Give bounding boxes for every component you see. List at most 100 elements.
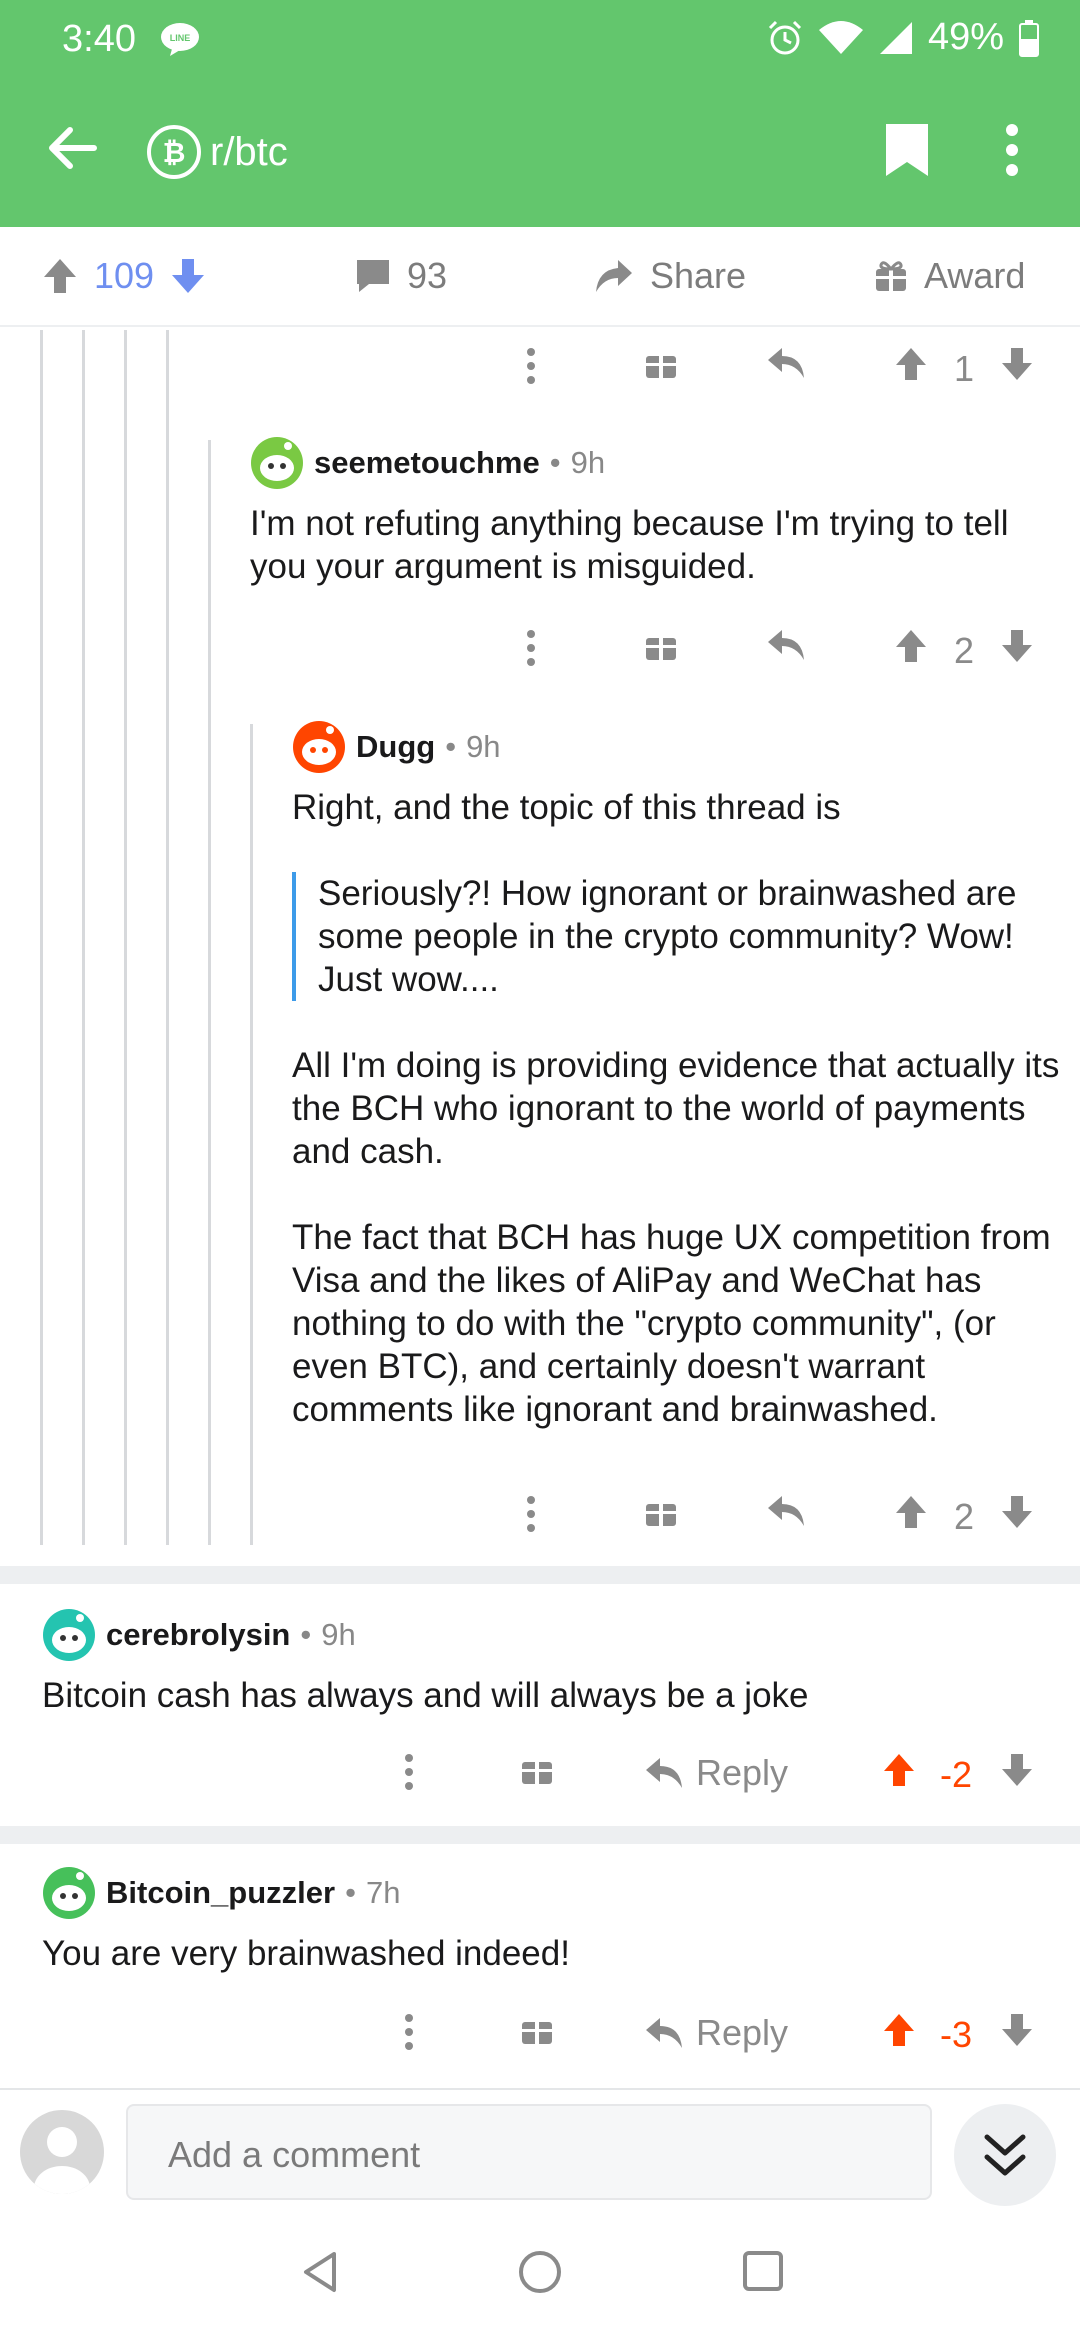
app-header: 3:40 LINE 49% ₿ r/btc: [0, 0, 1080, 227]
upvote-icon[interactable]: [882, 1752, 916, 1788]
jump-next-button[interactable]: [954, 2104, 1056, 2206]
comment-author[interactable]: seemetouchme: [314, 445, 540, 481]
downvote-icon[interactable]: [1000, 1494, 1034, 1530]
alarm-icon: [766, 19, 804, 57]
comment-score: -3: [940, 2014, 973, 2055]
upvote-icon[interactable]: [894, 1494, 928, 1530]
comment-paragraph: Right, and the topic of this thread is: [292, 788, 841, 827]
meta-separator: •: [549, 445, 561, 480]
battery-icon: [1018, 19, 1040, 57]
line-notification-icon: LINE: [160, 22, 200, 56]
comment-meta: seemetouchme • 9h: [250, 436, 1070, 490]
thread-line[interactable]: [82, 330, 85, 1545]
comment-age: 7h: [365, 1875, 401, 1910]
user-avatar[interactable]: [20, 2110, 104, 2194]
comment-composer: Add a comment: [0, 2088, 1080, 2218]
downvote-icon[interactable]: [1000, 628, 1034, 664]
comment-actions: 2: [0, 1494, 1080, 1538]
comments-count-button[interactable]: 93: [355, 255, 447, 297]
reply-label: Reply: [696, 2012, 789, 2053]
meta-separator: •: [300, 1617, 312, 1652]
system-nav-bar: [0, 2220, 1080, 2340]
comment-meta: cerebrolysin • 9h: [42, 1608, 1062, 1662]
thread-line[interactable]: [40, 330, 43, 1545]
reply-label: Reply: [696, 1752, 789, 1793]
avatar[interactable]: [42, 1866, 96, 1920]
comment-meta: Bitcoin_puzzler • 7h: [42, 1866, 1062, 1920]
award-label: Award: [924, 255, 1026, 296]
more-vertical-icon[interactable]: [526, 346, 536, 386]
reply-icon[interactable]: [766, 1494, 806, 1528]
comment-paragraph: All I'm doing is providing evidence that…: [292, 1046, 1060, 1171]
nav-back-icon[interactable]: [300, 2250, 340, 2294]
thread-line[interactable]: [166, 330, 169, 1545]
thread-separator: [0, 1826, 1080, 1844]
downvote-icon[interactable]: [1000, 2012, 1034, 2048]
award-button[interactable]: Award: [874, 255, 1025, 297]
meta-separator: •: [345, 1875, 356, 1910]
gift-icon[interactable]: [520, 1752, 554, 1786]
comment-meta: Dugg • 9h: [292, 720, 1072, 774]
avatar[interactable]: [292, 720, 346, 774]
meta-separator: •: [445, 729, 457, 764]
subreddit-title[interactable]: r/btc: [210, 130, 288, 175]
share-button[interactable]: Share: [594, 255, 746, 297]
comment-age: 9h: [570, 445, 606, 480]
thread-line[interactable]: [250, 724, 253, 1545]
upvote-icon[interactable]: [894, 346, 928, 382]
comment: seemetouchme • 9h I'm not refuting anyth…: [250, 436, 1070, 588]
battery-percent: 49%: [927, 16, 1004, 58]
post-score: 109: [94, 255, 155, 296]
upvote-icon[interactable]: [42, 257, 78, 295]
reply-button[interactable]: Reply: [644, 1752, 788, 1794]
comment-score: 1: [954, 348, 975, 389]
comment-score: 2: [954, 1496, 975, 1537]
comment-body: Bitcoin cash has always and will always …: [42, 1676, 809, 1715]
reply-icon[interactable]: [766, 346, 806, 380]
upvote-icon[interactable]: [894, 628, 928, 664]
thread-line[interactable]: [208, 440, 211, 1545]
gift-icon: [874, 259, 908, 293]
back-arrow-icon[interactable]: [44, 120, 100, 176]
downvote-icon[interactable]: [170, 257, 206, 295]
svg-text:LINE: LINE: [170, 33, 191, 43]
bitcoin-icon: ₿: [146, 124, 202, 180]
more-vertical-icon[interactable]: [404, 1752, 414, 1792]
comment: Bitcoin_puzzler • 7h You are very brainw…: [42, 1866, 1062, 1975]
comment-age: 9h: [466, 729, 501, 764]
comments-count: 93: [407, 255, 448, 296]
comment-actions: 1: [0, 346, 1080, 390]
nav-recents-icon[interactable]: [742, 2250, 784, 2292]
upvote-icon[interactable]: [882, 2012, 916, 2048]
post-vote: 109: [42, 255, 206, 297]
reply-button[interactable]: Reply: [644, 2012, 788, 2054]
more-vertical-icon[interactable]: [1004, 122, 1020, 178]
thread-line[interactable]: [124, 330, 127, 1545]
comment-author[interactable]: Dugg: [356, 729, 435, 765]
more-vertical-icon[interactable]: [404, 2012, 414, 2052]
share-label: Share: [650, 255, 747, 296]
app-bar: ₿ r/btc: [0, 100, 1080, 210]
comment-author[interactable]: Bitcoin_puzzler: [106, 1875, 335, 1911]
reply-icon[interactable]: [766, 628, 806, 662]
comment-actions: Reply -2: [0, 1752, 1080, 1796]
avatar[interactable]: [250, 436, 304, 490]
add-comment-input[interactable]: Add a comment: [126, 2104, 932, 2200]
gift-icon[interactable]: [644, 628, 678, 662]
comment-actions: 2: [0, 628, 1080, 672]
comment-score: -2: [940, 1754, 973, 1795]
status-time: 3:40: [62, 18, 136, 60]
comment-author[interactable]: cerebrolysin: [106, 1617, 290, 1653]
nav-home-icon[interactable]: [518, 2250, 562, 2294]
gift-icon[interactable]: [644, 1494, 678, 1528]
bookmark-icon[interactable]: [884, 122, 930, 178]
gift-icon[interactable]: [644, 346, 678, 380]
avatar[interactable]: [42, 1608, 96, 1662]
downvote-icon[interactable]: [1000, 346, 1034, 382]
more-vertical-icon[interactable]: [526, 628, 536, 668]
downvote-icon[interactable]: [1000, 1752, 1034, 1788]
gift-icon[interactable]: [520, 2012, 554, 2046]
more-vertical-icon[interactable]: [526, 1494, 536, 1534]
reply-icon: [646, 2018, 682, 2048]
comment-score: 2: [954, 630, 975, 671]
